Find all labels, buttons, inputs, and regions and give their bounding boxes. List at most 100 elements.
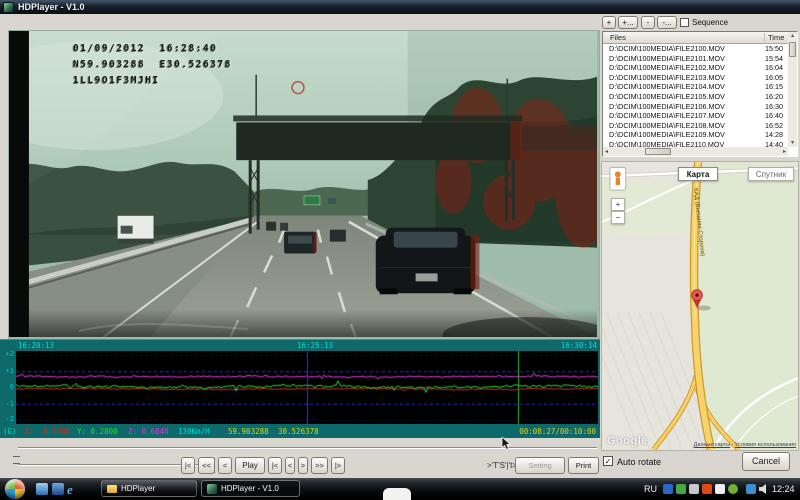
step-back-button[interactable]: <: [218, 457, 232, 474]
table-row[interactable]: D:\DCIM\100MEDIA\FILE2101.MOV15:54: [603, 54, 788, 64]
map-canvas[interactable]: [602, 162, 798, 450]
next-file-button[interactable]: |>: [331, 457, 345, 474]
x-readout: X: -0.1000: [25, 427, 70, 436]
scroll-right-icon[interactable]: ▸: [783, 149, 786, 155]
add-file-button[interactable]: +: [602, 16, 616, 29]
taskbar-item-hdplayer[interactable]: HDPlayer - V1.0: [201, 480, 300, 497]
file-time: 14:40: [765, 140, 788, 147]
file-time: 16:52: [765, 121, 788, 130]
title-bar[interactable]: HDPlayer - V1.0: [0, 0, 800, 14]
internet-explorer-icon[interactable]: e: [67, 482, 80, 496]
table-row[interactable]: D:\DCIM\100MEDIA\FILE2104.MOV16:15: [603, 82, 788, 92]
road-sign-green: [304, 196, 320, 205]
task-label: HDPlayer: [121, 484, 155, 493]
table-row[interactable]: D:\DCIM\100MEDIA\FILE2110.MOV14:40: [603, 140, 788, 147]
clip-time-readout: 00:08:27/00:10:00: [519, 427, 596, 436]
graph-time-start: 16:20:13: [18, 341, 54, 350]
map-panel[interactable]: + − Карта Спутник КАД (Внешняя Сторона) …: [601, 161, 799, 451]
scroll-up-icon[interactable]: ▴: [788, 33, 797, 39]
table-row[interactable]: D:\DCIM\100MEDIA\FILE2100.MOV 15:50: [603, 44, 788, 54]
tray-icon-4[interactable]: [702, 484, 712, 494]
cancel-button[interactable]: Cancel: [742, 452, 790, 471]
speed-readout: 130Km/H: [178, 427, 210, 436]
y-axis-label: -1: [1, 400, 14, 408]
file-path: D:\DCIM\100MEDIA\FILE2105.MOV: [609, 92, 761, 101]
column-files[interactable]: Files: [610, 33, 626, 42]
tray-icon-5[interactable]: [715, 484, 725, 494]
scroll-left-icon[interactable]: ◂: [605, 149, 608, 155]
setting-button[interactable]: Setting: [515, 457, 565, 474]
file-list-body: D:\DCIM\100MEDIA\FILE2100.MOV15:50D:\DCI…: [603, 44, 788, 147]
tray-icon-1[interactable]: [663, 484, 673, 494]
glyph-noise: >'T'S'|'t>: [487, 461, 517, 470]
file-time: 15:50: [765, 44, 788, 53]
pegman-icon[interactable]: [610, 167, 626, 190]
map-attribution: Данные карты - Условия использования: [694, 442, 796, 448]
file-path: D:\DCIM\100MEDIA\FILE2100.MOV: [609, 44, 761, 53]
remove-file-button[interactable]: -: [641, 16, 655, 29]
horizontal-scrollbar[interactable]: ◂ ▸: [603, 147, 788, 156]
tray-icon-3[interactable]: [689, 484, 699, 494]
table-row[interactable]: D:\DCIM\100MEDIA\FILE2109.MOV14:28: [603, 130, 788, 140]
table-row[interactable]: D:\DCIM\100MEDIA\FILE2105.MOV16:20: [603, 92, 788, 102]
scroll-down-icon[interactable]: ▾: [788, 140, 797, 146]
language-indicator[interactable]: RU: [644, 484, 657, 494]
start-button[interactable]: [5, 479, 25, 499]
table-row[interactable]: D:\DCIM\100MEDIA\FILE2107.MOV16:40: [603, 111, 788, 121]
gsensor-panel: 16:20:13 16:25:13 16:30:14 +2 +1 0 -1 -2…: [0, 339, 600, 438]
print-button[interactable]: Print: [568, 457, 599, 474]
column-time[interactable]: Time: [764, 33, 784, 42]
sequence-label: Sequence: [692, 18, 728, 27]
table-row[interactable]: D:\DCIM\100MEDIA\FILE2106.MOV16:30: [603, 102, 788, 112]
sequence-checkbox[interactable]: [680, 18, 689, 27]
file-time: 16:04: [765, 63, 788, 72]
fast-forward-button[interactable]: >>: [311, 457, 328, 474]
app-icon: [3, 2, 14, 13]
frame-forward-button[interactable]: >: [298, 457, 308, 474]
volume-icon[interactable]: [759, 484, 769, 494]
table-row[interactable]: D:\DCIM\100MEDIA\FILE2102.MOV16:04: [603, 63, 788, 73]
add-folder-button[interactable]: +...: [618, 16, 638, 29]
table-row[interactable]: D:\DCIM\100MEDIA\FILE2103.MOV16:05: [603, 73, 788, 83]
video-viewport[interactable]: 01/09/2012 16:28:40 N59.903288 E30.52637…: [8, 30, 600, 340]
show-desktop-icon[interactable]: [36, 483, 48, 495]
zoom-in-button[interactable]: +: [611, 198, 625, 211]
file-time: 16:30: [765, 102, 788, 111]
file-path: D:\DCIM\100MEDIA\FILE2101.MOV: [609, 54, 761, 63]
gsensor-waveform[interactable]: [16, 351, 598, 424]
tray-icon-2[interactable]: [676, 484, 686, 494]
zoom-out-button[interactable]: −: [611, 211, 625, 224]
graph-time-end: 16:30:14: [561, 341, 597, 350]
horizontal-scroll-thumb[interactable]: [645, 148, 671, 155]
tray-icon-7[interactable]: [746, 484, 756, 494]
terms-link[interactable]: Условия использования: [735, 442, 796, 448]
tray-icon-6[interactable]: [728, 484, 738, 494]
vertical-scroll-thumb[interactable]: [789, 42, 796, 57]
rewind-button[interactable]: <<: [198, 457, 215, 474]
unit-label: (G): [3, 427, 17, 436]
overlay-stamp: 1LL9O1F3MJHI: [73, 75, 160, 86]
file-list-header[interactable]: Files Time: [603, 32, 797, 44]
auto-rotate-checkbox[interactable]: ✓: [603, 456, 613, 466]
play-button[interactable]: Play: [235, 457, 265, 474]
jump-start-button[interactable]: |<: [181, 457, 195, 474]
taskbar-item-folder[interactable]: HDPlayer: [101, 480, 197, 497]
y-axis-label: -2: [1, 415, 14, 423]
clock[interactable]: 12:24: [772, 484, 795, 494]
task-label: HDPlayer - V1.0: [221, 484, 279, 493]
switch-windows-icon[interactable]: [52, 483, 64, 495]
popup-corner: [383, 488, 411, 500]
table-row[interactable]: D:\DCIM\100MEDIA\FILE2108.MOV16:52: [603, 121, 788, 131]
car-ahead-left: [284, 232, 317, 254]
oncoming-truck: [118, 216, 154, 244]
latitude-readout: 59.903288: [228, 427, 269, 436]
prev-file-button[interactable]: |<: [268, 457, 282, 474]
remove-all-button[interactable]: -...: [657, 16, 677, 29]
map-type-button[interactable]: Карта: [678, 167, 718, 181]
vertical-scrollbar[interactable]: ▴ ▾: [788, 32, 797, 147]
y-axis-label: +2: [1, 350, 14, 358]
map-data-link[interactable]: Данные карты: [694, 442, 730, 448]
longitude-readout: 30.526378: [278, 427, 319, 436]
frame-back-button[interactable]: <: [285, 457, 295, 474]
satellite-type-button[interactable]: Спутник: [748, 167, 794, 181]
